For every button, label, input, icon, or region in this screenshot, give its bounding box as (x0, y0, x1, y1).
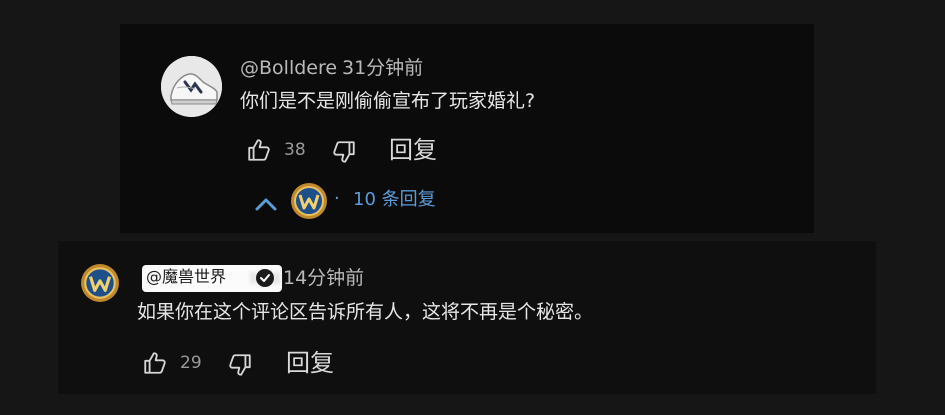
comment-username[interactable]: @Bolldere (240, 59, 337, 78)
comment-thread-page: @Bolldere 31分钟前 你们是不是刚偷偷宣布了玩家婚礼? 38 回复 ·… (0, 0, 945, 415)
check-icon (260, 274, 270, 282)
thumbs-down-icon (333, 141, 355, 163)
wow-avatar[interactable] (80, 263, 120, 307)
like-count: 29 (180, 353, 202, 373)
reply-button[interactable]: 回复 (389, 138, 437, 162)
wow-logo-icon (81, 264, 119, 302)
comment-body: 你们是不是刚偷偷宣布了玩家婚礼? (240, 90, 536, 112)
thumbs-down-icon (229, 354, 251, 376)
wow-logo-icon (290, 182, 328, 224)
view-replies-link[interactable]: 10 条回复 (353, 191, 436, 209)
like-button[interactable] (142, 350, 168, 380)
thumbs-up-icon (144, 352, 166, 374)
comment-timestamp: 31分钟前 (342, 57, 424, 79)
like-count: 38 (284, 140, 306, 160)
thumbs-up-icon (248, 139, 270, 161)
dislike-button[interactable] (331, 139, 357, 169)
like-button[interactable] (246, 137, 272, 167)
collapse-replies-button[interactable] (254, 196, 278, 216)
user-avatar-bolldere[interactable] (161, 56, 222, 117)
comment-username: @魔兽世界 (146, 267, 227, 286)
dislike-button[interactable] (227, 352, 253, 382)
sneaker-avatar-icon (161, 56, 222, 117)
replies-separator: · (334, 188, 340, 209)
comment-card-bolldere (120, 24, 814, 233)
comment-body: 如果你在这个评论区告诉所有人，这将不再是个秘密。 (137, 301, 594, 323)
reply-button[interactable]: 回复 (286, 351, 334, 375)
verified-badge (256, 269, 274, 287)
chevron-up-icon (255, 198, 277, 211)
comment-timestamp: 14分钟前 (283, 267, 365, 289)
